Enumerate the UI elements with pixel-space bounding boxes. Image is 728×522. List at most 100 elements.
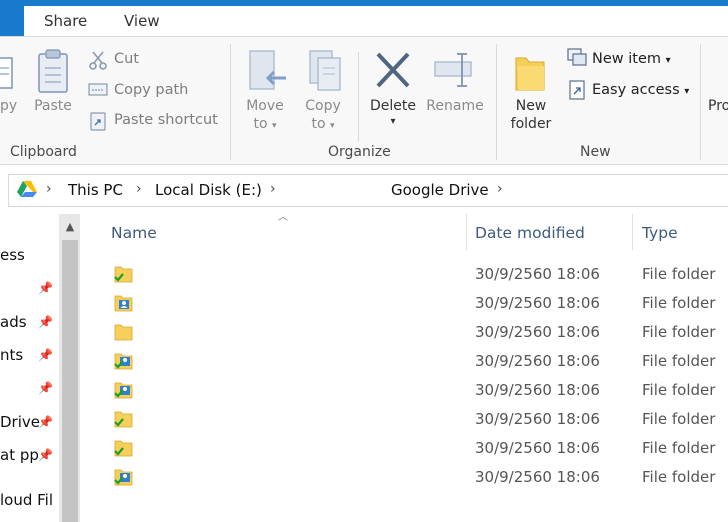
breadcrumb-chevron-icon[interactable]: › xyxy=(497,181,503,197)
folder-shared-synced-icon xyxy=(114,469,133,486)
table-row[interactable] xyxy=(100,376,728,404)
new-folder-icon[interactable] xyxy=(512,50,548,94)
pin-icon: 📌 xyxy=(38,281,53,295)
sort-ascending-icon: ︿ xyxy=(278,212,288,223)
paste-button-label[interactable]: Paste xyxy=(34,98,72,114)
tab-share[interactable]: Share xyxy=(44,12,87,30)
breadcrumb-chevron-icon[interactable]: › xyxy=(46,181,52,197)
date-modified-cell: 30/9/2560 18:06 xyxy=(475,468,600,486)
ribbon-tab-row xyxy=(0,6,728,36)
rename-icon[interactable] xyxy=(432,52,478,90)
nav-item-documents[interactable]: nts xyxy=(0,346,23,364)
pin-icon: 📌 xyxy=(38,415,53,429)
organize-group-label: Organize xyxy=(328,144,391,160)
cut-button[interactable]: Cut xyxy=(114,51,139,67)
breadcrumb-local-disk[interactable]: Local Disk (E:) xyxy=(155,181,262,199)
new-folder-label-2[interactable]: folder xyxy=(506,116,556,132)
cut-icon[interactable] xyxy=(88,50,108,70)
pin-icon: 📌 xyxy=(38,448,53,462)
new-group-label: New xyxy=(580,144,611,160)
date-modified-cell: 30/9/2560 18:06 xyxy=(475,352,600,370)
copy-icon[interactable] xyxy=(0,52,14,96)
column-separator[interactable] xyxy=(632,214,633,250)
delete-icon[interactable] xyxy=(374,50,412,92)
type-cell: File folder xyxy=(642,410,716,428)
ribbon-separator xyxy=(700,44,701,160)
copy-to-icon[interactable] xyxy=(306,48,346,96)
copy-path-button[interactable]: Copy path xyxy=(114,82,188,98)
nav-item-quick-access[interactable]: ess xyxy=(0,246,25,264)
column-separator[interactable] xyxy=(466,214,467,250)
copy-to-sub-label[interactable]: to ▾ xyxy=(298,116,348,132)
column-header-type[interactable]: Type xyxy=(642,224,678,242)
folder-shared-synced-icon xyxy=(114,382,133,399)
table-row[interactable] xyxy=(100,318,728,346)
folder-synced-icon xyxy=(114,411,133,428)
folder-icon xyxy=(114,324,133,341)
properties-button-label[interactable]: Pro xyxy=(708,98,728,114)
date-modified-cell: 30/9/2560 18:06 xyxy=(475,265,600,283)
date-modified-cell: 30/9/2560 18:06 xyxy=(475,439,600,457)
delete-button-label[interactable]: Delete xyxy=(366,98,420,114)
type-cell: File folder xyxy=(642,468,716,486)
table-row[interactable] xyxy=(100,405,728,433)
paste-icon[interactable] xyxy=(36,48,70,94)
pin-icon: 📌 xyxy=(38,348,53,362)
pin-icon: 📌 xyxy=(38,381,53,395)
date-modified-cell: 30/9/2560 18:06 xyxy=(475,381,600,399)
ribbon-separator xyxy=(358,52,359,142)
tab-view[interactable]: View xyxy=(124,12,160,30)
table-row[interactable] xyxy=(100,463,728,491)
move-to-icon[interactable] xyxy=(246,48,288,96)
breadcrumb-this-pc[interactable]: This PC xyxy=(68,181,123,199)
breadcrumb-google-drive[interactable]: Google Drive xyxy=(391,181,489,199)
ribbon-separator xyxy=(496,44,497,160)
new-item-button[interactable]: New item ▾ xyxy=(592,51,671,67)
move-to-sub-label[interactable]: to ▾ xyxy=(240,116,290,132)
copy-button-label[interactable]: py xyxy=(0,98,17,114)
folder-synced-icon xyxy=(114,266,133,283)
breadcrumb-chevron-icon[interactable]: › xyxy=(270,181,276,197)
tab-home[interactable] xyxy=(0,6,24,36)
move-to-label[interactable]: Move xyxy=(240,98,290,114)
easy-access-button[interactable]: Easy access ▾ xyxy=(592,82,689,98)
nav-scrollbar-thumb[interactable] xyxy=(62,240,78,522)
folder-shared-icon xyxy=(114,295,133,312)
copy-to-label[interactable]: Copy xyxy=(298,98,348,114)
type-cell: File folder xyxy=(642,323,716,341)
rename-button-label[interactable]: Rename xyxy=(424,98,486,114)
table-row[interactable] xyxy=(100,260,728,288)
easy-access-icon[interactable] xyxy=(566,78,588,102)
type-cell: File folder xyxy=(642,294,716,312)
nav-item-pinned[interactable]: at pp xyxy=(0,446,39,464)
new-item-icon[interactable] xyxy=(566,46,588,68)
date-modified-cell: 30/9/2560 18:06 xyxy=(475,294,600,312)
new-folder-label-1[interactable]: New xyxy=(506,98,556,114)
table-row[interactable] xyxy=(100,434,728,462)
table-row[interactable] xyxy=(100,347,728,375)
nav-item-google-drive[interactable]: Drive xyxy=(0,413,40,431)
date-modified-cell: 30/9/2560 18:06 xyxy=(475,410,600,428)
pin-icon: 📌 xyxy=(38,315,53,329)
type-cell: File folder xyxy=(642,265,716,283)
column-header-date-modified[interactable]: Date modified xyxy=(475,224,585,242)
delete-dropdown-icon[interactable]: ▾ xyxy=(366,116,420,127)
paste-shortcut-button[interactable]: Paste shortcut xyxy=(114,112,218,128)
folder-synced-icon xyxy=(114,440,133,457)
paste-shortcut-icon[interactable] xyxy=(88,110,108,132)
google-drive-icon xyxy=(17,181,37,197)
nav-item-downloads[interactable]: ads xyxy=(0,313,27,331)
ribbon-separator xyxy=(230,44,231,160)
copy-path-icon[interactable] xyxy=(88,82,108,98)
date-modified-cell: 30/9/2560 18:06 xyxy=(475,323,600,341)
column-header-name[interactable]: Name xyxy=(111,224,157,242)
scroll-up-icon[interactable]: ▲ xyxy=(62,216,78,238)
folder-shared-synced-icon xyxy=(114,353,133,370)
type-cell: File folder xyxy=(642,352,716,370)
type-cell: File folder xyxy=(642,381,716,399)
table-row[interactable] xyxy=(100,289,728,317)
clipboard-group-label: Clipboard xyxy=(10,144,77,160)
breadcrumb-chevron-icon[interactable]: › xyxy=(136,181,142,197)
nav-item-icloud[interactable]: loud Fil xyxy=(0,491,53,509)
type-cell: File folder xyxy=(642,439,716,457)
